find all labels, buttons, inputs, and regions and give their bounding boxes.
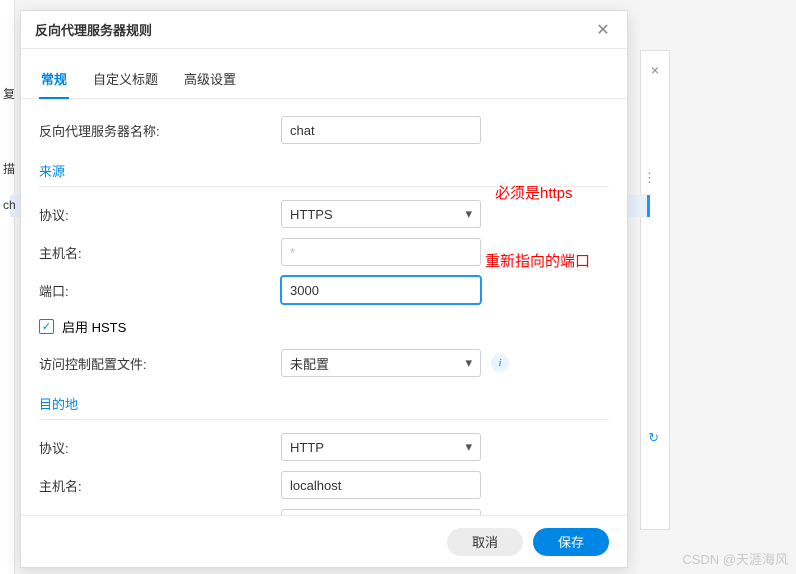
bg-partial-f: 复 [3, 85, 15, 102]
dst-protocol-value: HTTP [290, 440, 324, 455]
reverse-proxy-dialog: 反向代理服务器规则 ✕ 常规 自定义标题 高级设置 反向代理服务器名称: 来源 … [20, 10, 628, 568]
src-protocol-value: HTTPS [290, 207, 333, 222]
watermark: CSDN @天涯海风 [682, 549, 788, 568]
dst-host-input[interactable] [281, 471, 481, 499]
bg-panel [640, 50, 670, 530]
src-host-label: 主机名: [39, 243, 281, 262]
access-profile-value: 未配置 [290, 354, 329, 373]
bg-close-icon[interactable]: × [651, 62, 659, 78]
form-area: 反向代理服务器名称: 来源 协议: HTTPS ▾ 主机名: 端口: ✓ 启用 … [21, 99, 627, 515]
tab-general[interactable]: 常规 [39, 61, 69, 98]
src-protocol-label: 协议: [39, 205, 281, 224]
chevron-down-icon: ▾ [465, 206, 472, 222]
dialog-title: 反向代理服务器规则 [35, 20, 152, 39]
refresh-icon[interactable]: ↻ [648, 430, 659, 446]
dst-host-label: 主机名: [39, 476, 281, 495]
annotation-port: 重新指向的端口 [485, 250, 590, 271]
tab-advanced[interactable]: 高级设置 [182, 61, 238, 98]
tab-custom-headers[interactable]: 自定义标题 [91, 61, 160, 98]
bg-partial-d: 描 [3, 160, 15, 177]
destination-section-title: 目的地 [39, 384, 609, 420]
src-port-label: 端口: [39, 281, 281, 300]
close-icon[interactable]: ✕ [593, 20, 613, 40]
name-label: 反向代理服务器名称: [39, 121, 281, 140]
annotation-https: 必须是https [495, 182, 573, 203]
src-protocol-select[interactable]: HTTPS ▾ [281, 200, 481, 228]
dialog-tabs: 常规 自定义标题 高级设置 [21, 61, 627, 99]
dst-port-input[interactable] [281, 509, 481, 515]
access-profile-select[interactable]: 未配置 ▾ [281, 349, 481, 377]
chevron-down-icon: ▾ [465, 355, 472, 371]
dialog-footer: 取消 保存 [21, 515, 627, 567]
info-icon[interactable]: i [491, 354, 509, 372]
hsts-checkbox[interactable]: ✓ [39, 319, 54, 334]
access-profile-label: 访问控制配置文件: [39, 354, 281, 373]
chevron-down-icon: ▾ [465, 439, 472, 455]
bg-partial-text: ch [3, 198, 16, 212]
src-host-input[interactable] [281, 238, 481, 266]
dst-protocol-label: 协议: [39, 438, 281, 457]
save-button[interactable]: 保存 [533, 528, 609, 556]
hsts-label: 启用 HSTS [62, 317, 126, 336]
name-input[interactable] [281, 116, 481, 144]
src-port-input[interactable] [281, 276, 481, 304]
dst-protocol-select[interactable]: HTTP ▾ [281, 433, 481, 461]
kebab-icon[interactable]: ⋮ [643, 170, 656, 186]
dialog-header: 反向代理服务器规则 ✕ [21, 11, 627, 49]
cancel-button[interactable]: 取消 [447, 528, 523, 556]
